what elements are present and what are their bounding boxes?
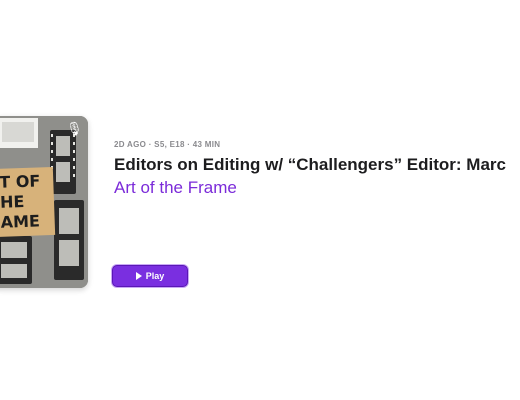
artwork-text-line: HE — [0, 191, 25, 212]
show-link[interactable]: Art of the Frame — [114, 178, 520, 198]
episode-artwork[interactable]: T OF HE AME 🎙 — [0, 116, 88, 288]
play-button[interactable]: Play — [112, 265, 188, 287]
episode-meta: 2D AGO · S5, E18 · 43 MIN — [114, 140, 221, 149]
episode-title: Editors on Editing w/ “Challengers” Edit… — [114, 155, 506, 174]
artwork-text-line: T OF — [0, 171, 41, 192]
podcast-icon: 🎙 — [66, 122, 83, 137]
artwork-title-card: T OF HE AME — [0, 166, 56, 238]
artwork-text-line: AME — [0, 211, 41, 232]
play-label: Play — [145, 271, 165, 281]
episode-info: 2D AGO · S5, E18 · 43 MIN Editors on Edi… — [114, 140, 520, 198]
play-icon — [135, 272, 142, 280]
